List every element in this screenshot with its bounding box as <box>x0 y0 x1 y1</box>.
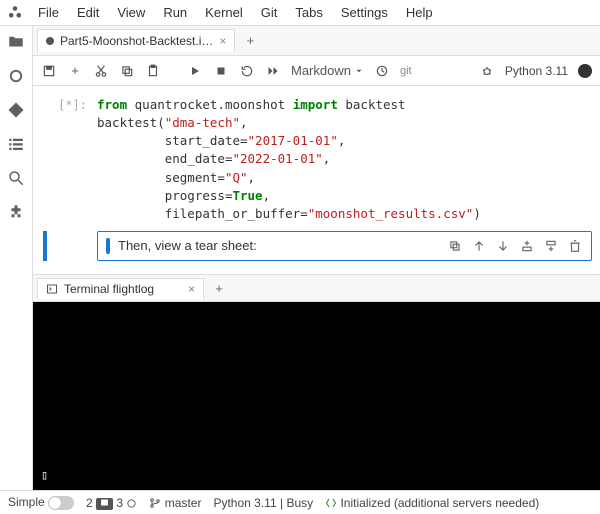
activity-bar <box>0 26 33 490</box>
tab-title: Part5-Moonshot-Backtest.i… <box>60 34 213 48</box>
copy-icon[interactable] <box>119 63 135 79</box>
paste-icon[interactable] <box>145 63 161 79</box>
terminal-icon <box>46 283 58 295</box>
move-down-icon[interactable] <box>495 238 511 254</box>
app-logo <box>6 4 24 22</box>
code-content: from quantrocket.moonshot import backtes… <box>97 96 592 223</box>
code-cell[interactable]: [*]: from quantrocket.moonshot import ba… <box>41 96 592 223</box>
insert-below-icon[interactable] <box>543 238 559 254</box>
menu-run[interactable]: Run <box>155 2 195 23</box>
run-all-icon[interactable] <box>265 63 281 79</box>
chevron-down-icon <box>354 66 364 76</box>
menu-settings[interactable]: Settings <box>333 2 396 23</box>
extensions-icon[interactable] <box>6 202 26 222</box>
notebook-tabbar: Part5-Moonshot-Backtest.i… × + <box>33 26 600 56</box>
cell-prompt: [*]: <box>41 96 97 223</box>
kernel-busy-icon[interactable] <box>578 64 592 78</box>
cut-icon[interactable] <box>93 63 109 79</box>
search-icon[interactable] <box>6 168 26 188</box>
cell-toolbar <box>447 238 583 254</box>
celltype-label: Markdown <box>291 63 351 78</box>
notebook-area: [*]: from quantrocket.moonshot import ba… <box>33 86 600 274</box>
celltype-selector[interactable]: Markdown <box>291 63 364 78</box>
kernel-status[interactable]: Python 3.11 | Busy <box>213 496 313 510</box>
simple-mode-toggle[interactable]: Simple <box>8 495 74 510</box>
save-icon[interactable] <box>41 63 57 79</box>
menu-help[interactable]: Help <box>398 2 441 23</box>
running-icon[interactable] <box>6 66 26 86</box>
kernel-selector[interactable]: Python 3.11 <box>505 64 568 78</box>
menu-tabs[interactable]: Tabs <box>287 2 330 23</box>
insert-above-icon[interactable] <box>519 238 535 254</box>
new-terminal-button[interactable]: + <box>208 277 230 299</box>
close-icon[interactable]: × <box>188 282 195 296</box>
move-up-icon[interactable] <box>471 238 487 254</box>
git-branch-status[interactable]: master <box>149 496 201 510</box>
menu-file[interactable]: File <box>30 2 67 23</box>
git-indicator[interactable]: git <box>400 65 412 77</box>
terminal-tab[interactable]: Terminal flightlog × <box>37 278 204 299</box>
run-icon[interactable] <box>187 63 203 79</box>
folder-icon[interactable] <box>6 32 26 52</box>
cell-gutter <box>41 231 97 261</box>
toc-icon[interactable] <box>6 134 26 154</box>
status-bar: Simple 2 3 master Python 3.11 | Busy Ini… <box>0 490 600 514</box>
duplicate-icon[interactable] <box>447 238 463 254</box>
terminal[interactable]: ▯ <box>33 302 600 490</box>
markdown-text: Then, view a tear sheet: <box>118 238 439 253</box>
menu-edit[interactable]: Edit <box>69 2 107 23</box>
terminal-tab-title: Terminal flightlog <box>64 282 154 296</box>
add-cell-icon[interactable]: + <box>67 63 83 79</box>
menu-git[interactable]: Git <box>253 2 286 23</box>
menu-kernel[interactable]: Kernel <box>197 2 251 23</box>
restart-icon[interactable] <box>239 63 255 79</box>
delete-icon[interactable] <box>567 238 583 254</box>
terminal-tabbar: Terminal flightlog × + <box>33 274 600 302</box>
close-icon[interactable]: × <box>219 34 226 48</box>
active-cell-indicator <box>106 238 110 254</box>
notebook-toolbar: + Markdown git Python 3.11 <box>33 56 600 86</box>
stop-icon[interactable] <box>213 63 229 79</box>
clock-icon[interactable] <box>374 63 390 79</box>
terminal-cursor: ▯ <box>41 468 48 482</box>
markdown-cell[interactable]: Then, view a tear sheet: <box>41 231 592 261</box>
status-count-1[interactable]: 2 3 <box>86 496 137 510</box>
new-launcher-button[interactable]: + <box>239 30 261 52</box>
unsaved-dot-icon <box>46 37 54 45</box>
menu-bar: File Edit View Run Kernel Git Tabs Setti… <box>0 0 600 26</box>
menu-view[interactable]: View <box>109 2 153 23</box>
notebook-tab[interactable]: Part5-Moonshot-Backtest.i… × <box>37 29 235 52</box>
git-icon[interactable] <box>6 100 26 120</box>
lsp-status[interactable]: Initialized (additional servers needed) <box>325 496 539 510</box>
bug-icon[interactable] <box>479 63 495 79</box>
